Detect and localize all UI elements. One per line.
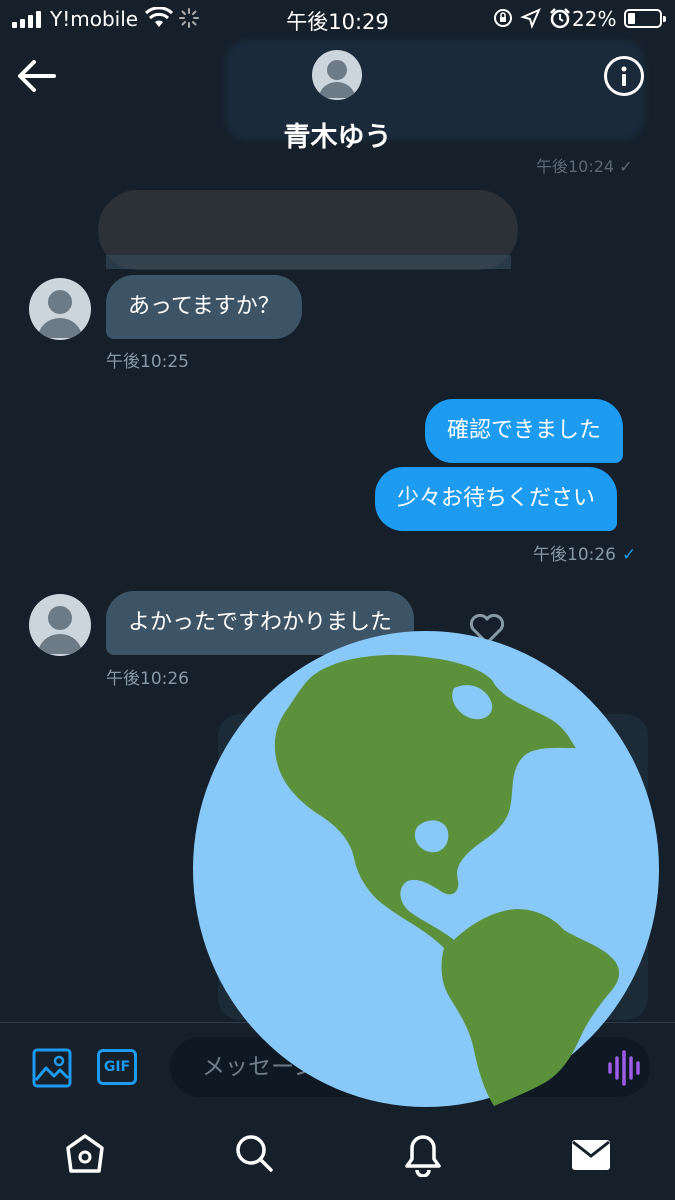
alarm-icon [550,8,570,29]
default-avatar-icon [38,290,82,338]
gif-button[interactable]: GIF [97,1049,137,1085]
read-check-icon: ✓ [622,545,637,565]
info-button[interactable] [604,56,644,96]
home-icon[interactable] [64,1133,106,1175]
location-icon [520,8,541,29]
message-bubble-outgoing[interactable]: 少々お待ちください [375,467,618,531]
contact-name[interactable]: 青木ゆう [0,115,675,154]
contact-avatar[interactable] [312,50,362,100]
battery-icon [624,9,666,28]
default-avatar-icon [319,60,355,98]
image-button[interactable] [32,1048,72,1088]
previous-message-time: 午後10:24 ✓ [536,157,633,176]
orientation-lock-icon [494,9,512,27]
message-bubble-incoming[interactable]: あってますか？ [106,275,302,339]
default-avatar-icon [38,606,82,654]
status-bar: Y!mobile 午後10:29 22% [0,0,675,38]
globe-americas-icon [193,631,659,1107]
notifications-icon[interactable] [403,1133,443,1177]
message-time: 午後10:25 [106,352,189,372]
message-bubble-outgoing[interactable]: 確認できました [425,399,624,463]
message-time: 午後10:26 ✓ [533,540,636,565]
redacted-message-edge [106,255,511,269]
message-time: 午後10:26 [106,669,189,689]
back-button[interactable] [16,58,60,94]
messages-icon[interactable] [571,1138,611,1172]
battery-percent: 22% [572,7,617,31]
search-icon[interactable] [234,1133,274,1173]
status-icons [492,7,572,29]
sender-avatar[interactable] [29,278,91,340]
sender-avatar[interactable] [29,594,91,656]
message-time-text: 午後10:26 [533,545,616,565]
